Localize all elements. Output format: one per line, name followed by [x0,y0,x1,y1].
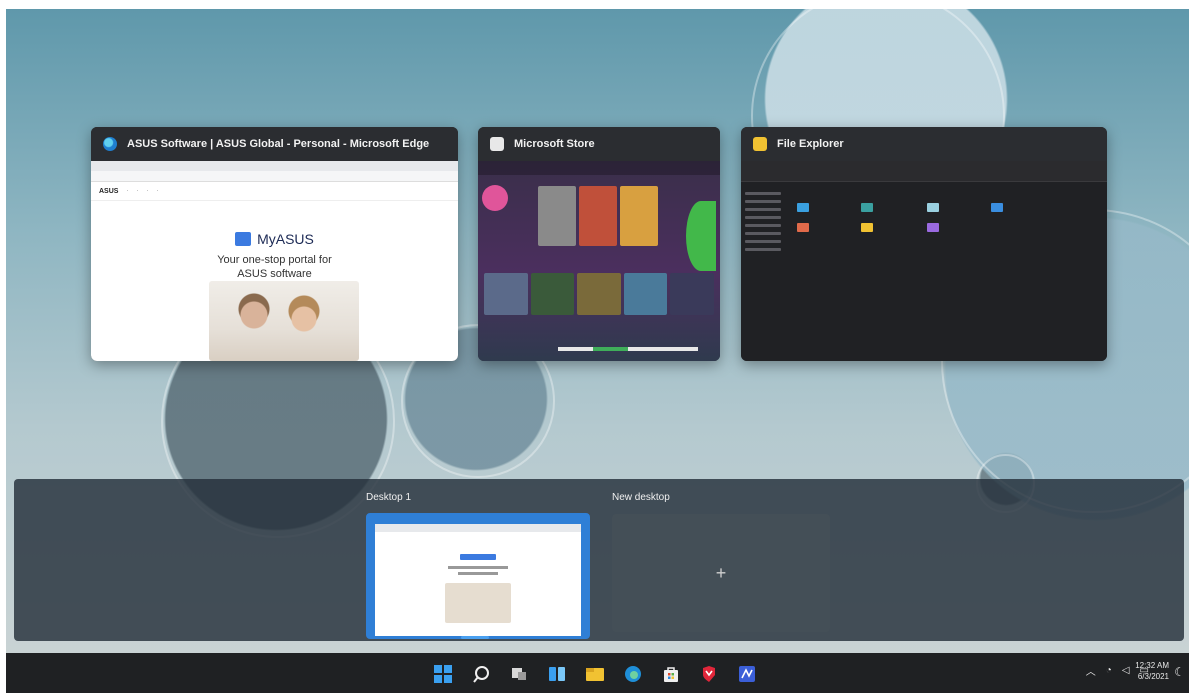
folder-icon [927,203,939,212]
window-thumbnail-store[interactable]: Microsoft Store [478,127,720,361]
mcafee-icon [703,666,715,682]
window-title: File Explorer [777,138,844,150]
volume-icon[interactable]: ◁ [1122,665,1130,676]
taskbar-pinned-apps [424,662,766,686]
store-footer-strip [558,347,698,351]
window-title: ASUS Software | ASUS Global - Personal -… [127,138,430,150]
clock-date: 6/3/2021 [1137,672,1169,681]
window-thumbnail-explorer[interactable]: File Explorer [741,127,1107,361]
file-explorer-button[interactable] [576,662,614,686]
widgets-button[interactable] [538,662,576,686]
clock-time: 12:32 AM [1135,661,1169,670]
chevron-up-icon[interactable]: ︿ [1086,663,1096,678]
myasus-brand: MyASUS [257,231,314,247]
window-title-bar: ASUS Software | ASUS Global - Personal -… [91,127,458,161]
file-explorer-icon [586,668,604,681]
window-thumbnail-edge[interactable]: ASUS Software | ASUS Global - Personal -… [91,127,458,361]
store-icon [490,137,504,151]
store-product-strip [484,273,714,315]
taskbar: ︿ ◔ ◁ ▭ 12:32 AM 6/3/2021 ☾ [6,653,1189,693]
edge-icon [103,137,117,151]
folder-icon [753,137,767,151]
decor-circle [482,185,508,211]
desktop-1-thumbnail[interactable] [366,513,590,639]
folder-icon [861,223,873,232]
browser-address-bar [91,171,458,182]
window-title-bar: Microsoft Store [478,127,720,161]
explorer-content-preview [741,161,1107,361]
folder-icon [991,203,1003,212]
window-title-bar: File Explorer [741,127,1107,161]
myasus-tagline: Your one-stop portal for ASUS software [91,253,458,281]
active-desktop-indicator [461,636,489,639]
mcafee-button[interactable] [690,662,728,686]
myasus-logo-icon [235,232,252,246]
promo-photo [209,281,359,361]
tagline-line-1: Your one-stop portal for [217,254,332,266]
taskbar-clock[interactable]: 12:32 AM 6/3/2021 [1135,660,1169,682]
desktop-preview [375,524,581,636]
site-nav-bar: ASUS · · · · [91,182,458,201]
store-hero-tiles [538,186,658,246]
start-icon [434,665,452,683]
search-icon [473,666,489,683]
explorer-nav-pane [745,187,781,256]
new-desktop-label: New desktop [612,492,670,503]
myasus-button[interactable] [728,662,766,686]
wifi-icon[interactable]: ◔ [1106,665,1112,676]
widgets-icon [549,667,565,681]
folder-icon [797,223,809,232]
tagline-line-2: ASUS software [237,268,312,280]
myasus-icon [739,666,755,682]
plus-icon: + [715,562,727,583]
explorer-toolbar [741,161,1107,182]
notification-icon[interactable]: ☾ [1174,665,1185,679]
edge-button[interactable] [614,662,652,686]
edge-icon [625,666,641,682]
browser-content-preview: ASUS · · · · MyASUS Your one-stop portal for… [91,161,458,361]
folder-icon [927,223,939,232]
virtual-desktops-bar [14,479,1184,641]
store-nav-bar [478,161,720,175]
window-title: Microsoft Store [514,138,595,150]
store-button[interactable] [652,662,690,686]
folder-icon [797,203,809,212]
task-view-icon [512,668,526,680]
start-button[interactable] [424,662,462,686]
desktop-1-label: Desktop 1 [366,492,412,503]
browser-tab-bar [91,161,458,171]
task-view-button[interactable] [500,662,538,686]
store-content-preview [478,161,720,361]
search-button[interactable] [462,662,500,686]
myasus-header: MyASUS [91,231,458,247]
new-desktop-button[interactable]: + [612,514,830,632]
store-icon [664,667,678,682]
decor-shape [686,201,716,271]
folder-icon [861,203,873,212]
